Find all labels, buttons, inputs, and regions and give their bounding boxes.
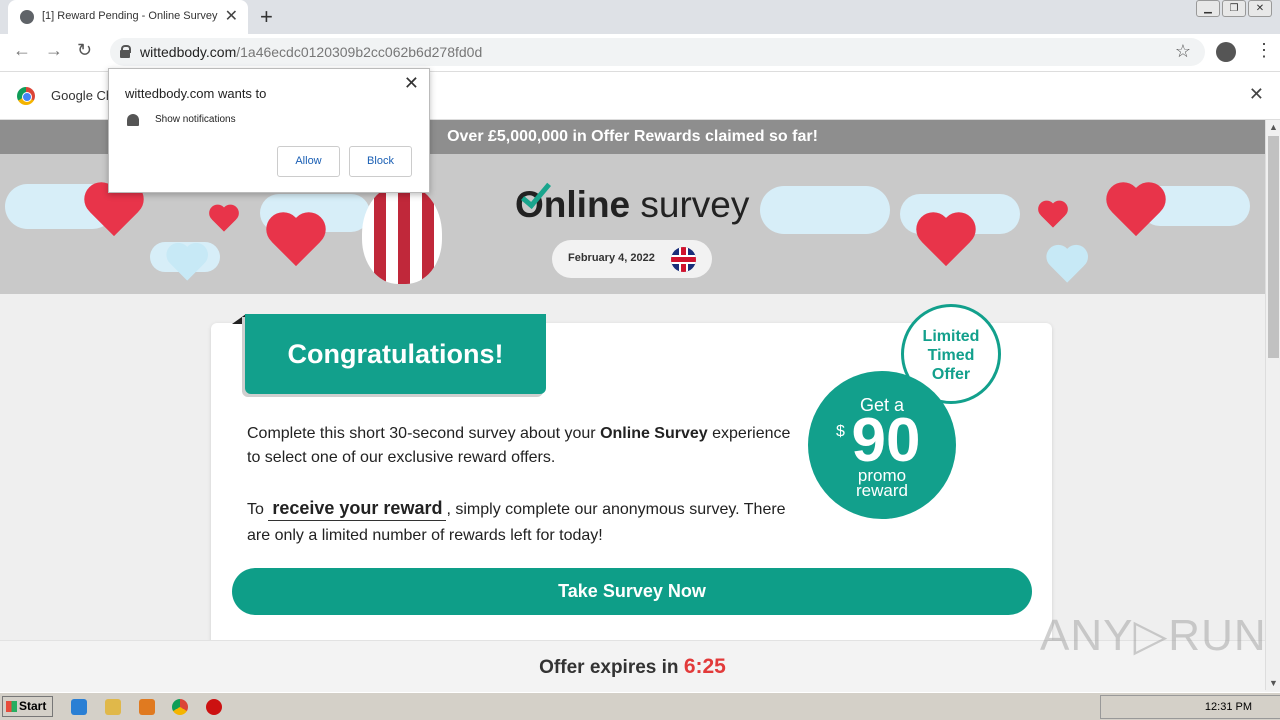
- receive-reward-text: receive your reward: [268, 498, 447, 521]
- tab-active[interactable]: [1] Reward Pending - Online Survey ✕: [8, 0, 248, 34]
- folder-icon[interactable]: [105, 699, 121, 715]
- scroll-up-icon[interactable]: ▲: [1269, 122, 1278, 132]
- reward-paragraph: To receive your reward, simply complete …: [247, 498, 786, 544]
- info-bar-text: Google Ch: [51, 88, 114, 103]
- tab-title: [1] Reward Pending - Online Survey: [42, 10, 218, 22]
- chrome-taskbar-icon[interactable]: [172, 699, 188, 715]
- lock-icon[interactable]: [120, 45, 131, 58]
- hot-air-balloon-decoration: [362, 184, 442, 284]
- tab-bar: [1] Reward Pending - Online Survey ✕ + ▁…: [0, 0, 1280, 34]
- back-icon[interactable]: ←: [13, 40, 31, 61]
- popup-title: wittedbody.com wants to: [125, 86, 267, 101]
- restore-button[interactable]: ❐: [1222, 0, 1246, 17]
- ie-icon[interactable]: [71, 699, 87, 715]
- popup-close-icon[interactable]: ✕: [404, 73, 419, 94]
- new-tab-button[interactable]: +: [260, 4, 273, 30]
- bookmark-star-icon[interactable]: ☆: [1175, 41, 1191, 62]
- address-bar[interactable]: wittedbody.com/1a46ecdc0120309b2cc062b6d…: [110, 38, 1205, 66]
- heart-decoration: [1049, 246, 1091, 284]
- page-content: Over £5,000,000 in Offer Rewards claimed…: [0, 120, 1265, 640]
- intro-paragraph: Complete this short 30-second survey abo…: [247, 425, 791, 466]
- menu-icon[interactable]: ⋮: [1255, 40, 1273, 61]
- forward-icon[interactable]: →: [45, 40, 63, 61]
- taskbar: Start 12:31 PM: [0, 692, 1280, 720]
- block-button[interactable]: Block: [349, 146, 412, 177]
- ribbon-tip: [232, 314, 246, 324]
- site-logo: Online survey: [515, 177, 749, 226]
- heart-decoration: [1040, 202, 1070, 229]
- reload-icon[interactable]: ↻: [77, 40, 92, 61]
- start-button[interactable]: Start: [2, 696, 53, 717]
- media-player-icon[interactable]: [139, 699, 155, 715]
- notification-permission-popup: wittedbody.com wants to ✕ Show notificat…: [108, 68, 430, 193]
- url-text[interactable]: wittedbody.com/1a46ecdc0120309b2cc062b6d…: [140, 44, 482, 60]
- clock: 12:31 PM: [1204, 701, 1252, 713]
- window-controls: ▁ ❐ ✕: [1196, 0, 1272, 17]
- take-survey-button[interactable]: Take Survey Now: [232, 568, 1032, 615]
- congratulations-ribbon: Congratulations!: [245, 314, 546, 394]
- date-text: February 4, 2022: [568, 252, 655, 264]
- browser-toolbar: ← → ↻ wittedbody.com/1a46ecdc0120309b2cc…: [0, 34, 1280, 72]
- countdown-timer: 6:25: [683, 655, 726, 678]
- account-icon[interactable]: [1216, 42, 1236, 62]
- globe-icon: [20, 10, 34, 24]
- antivirus-icon[interactable]: [206, 699, 222, 715]
- heart-decoration: [270, 214, 330, 268]
- bell-icon: [127, 114, 139, 126]
- heart-decoration: [169, 244, 211, 282]
- heart-decoration: [920, 214, 980, 268]
- scrollbar-thumb[interactable]: [1268, 136, 1279, 358]
- heart-decoration: [1110, 184, 1170, 238]
- permission-text: Show notifications: [155, 114, 236, 125]
- allow-button[interactable]: Allow: [277, 146, 340, 177]
- uk-flag-icon: [671, 247, 696, 272]
- heart-decoration: [211, 206, 241, 233]
- cloud-decoration: [760, 186, 890, 234]
- promo-reward-badge: Get a $ 90 promo reward: [808, 371, 956, 519]
- anyrun-watermark: ANY▷RUN: [1040, 611, 1267, 660]
- scroll-down-icon[interactable]: ▼: [1269, 678, 1278, 688]
- page-scrollbar[interactable]: ▲ ▼: [1265, 120, 1280, 690]
- tab-close-icon[interactable]: ✕: [225, 6, 238, 26]
- system-tray: 12:31 PM: [1100, 695, 1280, 719]
- chrome-logo-icon: [17, 87, 35, 105]
- close-window-button[interactable]: ✕: [1248, 0, 1272, 17]
- minimize-button[interactable]: ▁: [1196, 0, 1220, 17]
- date-pill: February 4, 2022: [552, 240, 712, 278]
- info-bar-close-icon[interactable]: ✕: [1249, 84, 1264, 105]
